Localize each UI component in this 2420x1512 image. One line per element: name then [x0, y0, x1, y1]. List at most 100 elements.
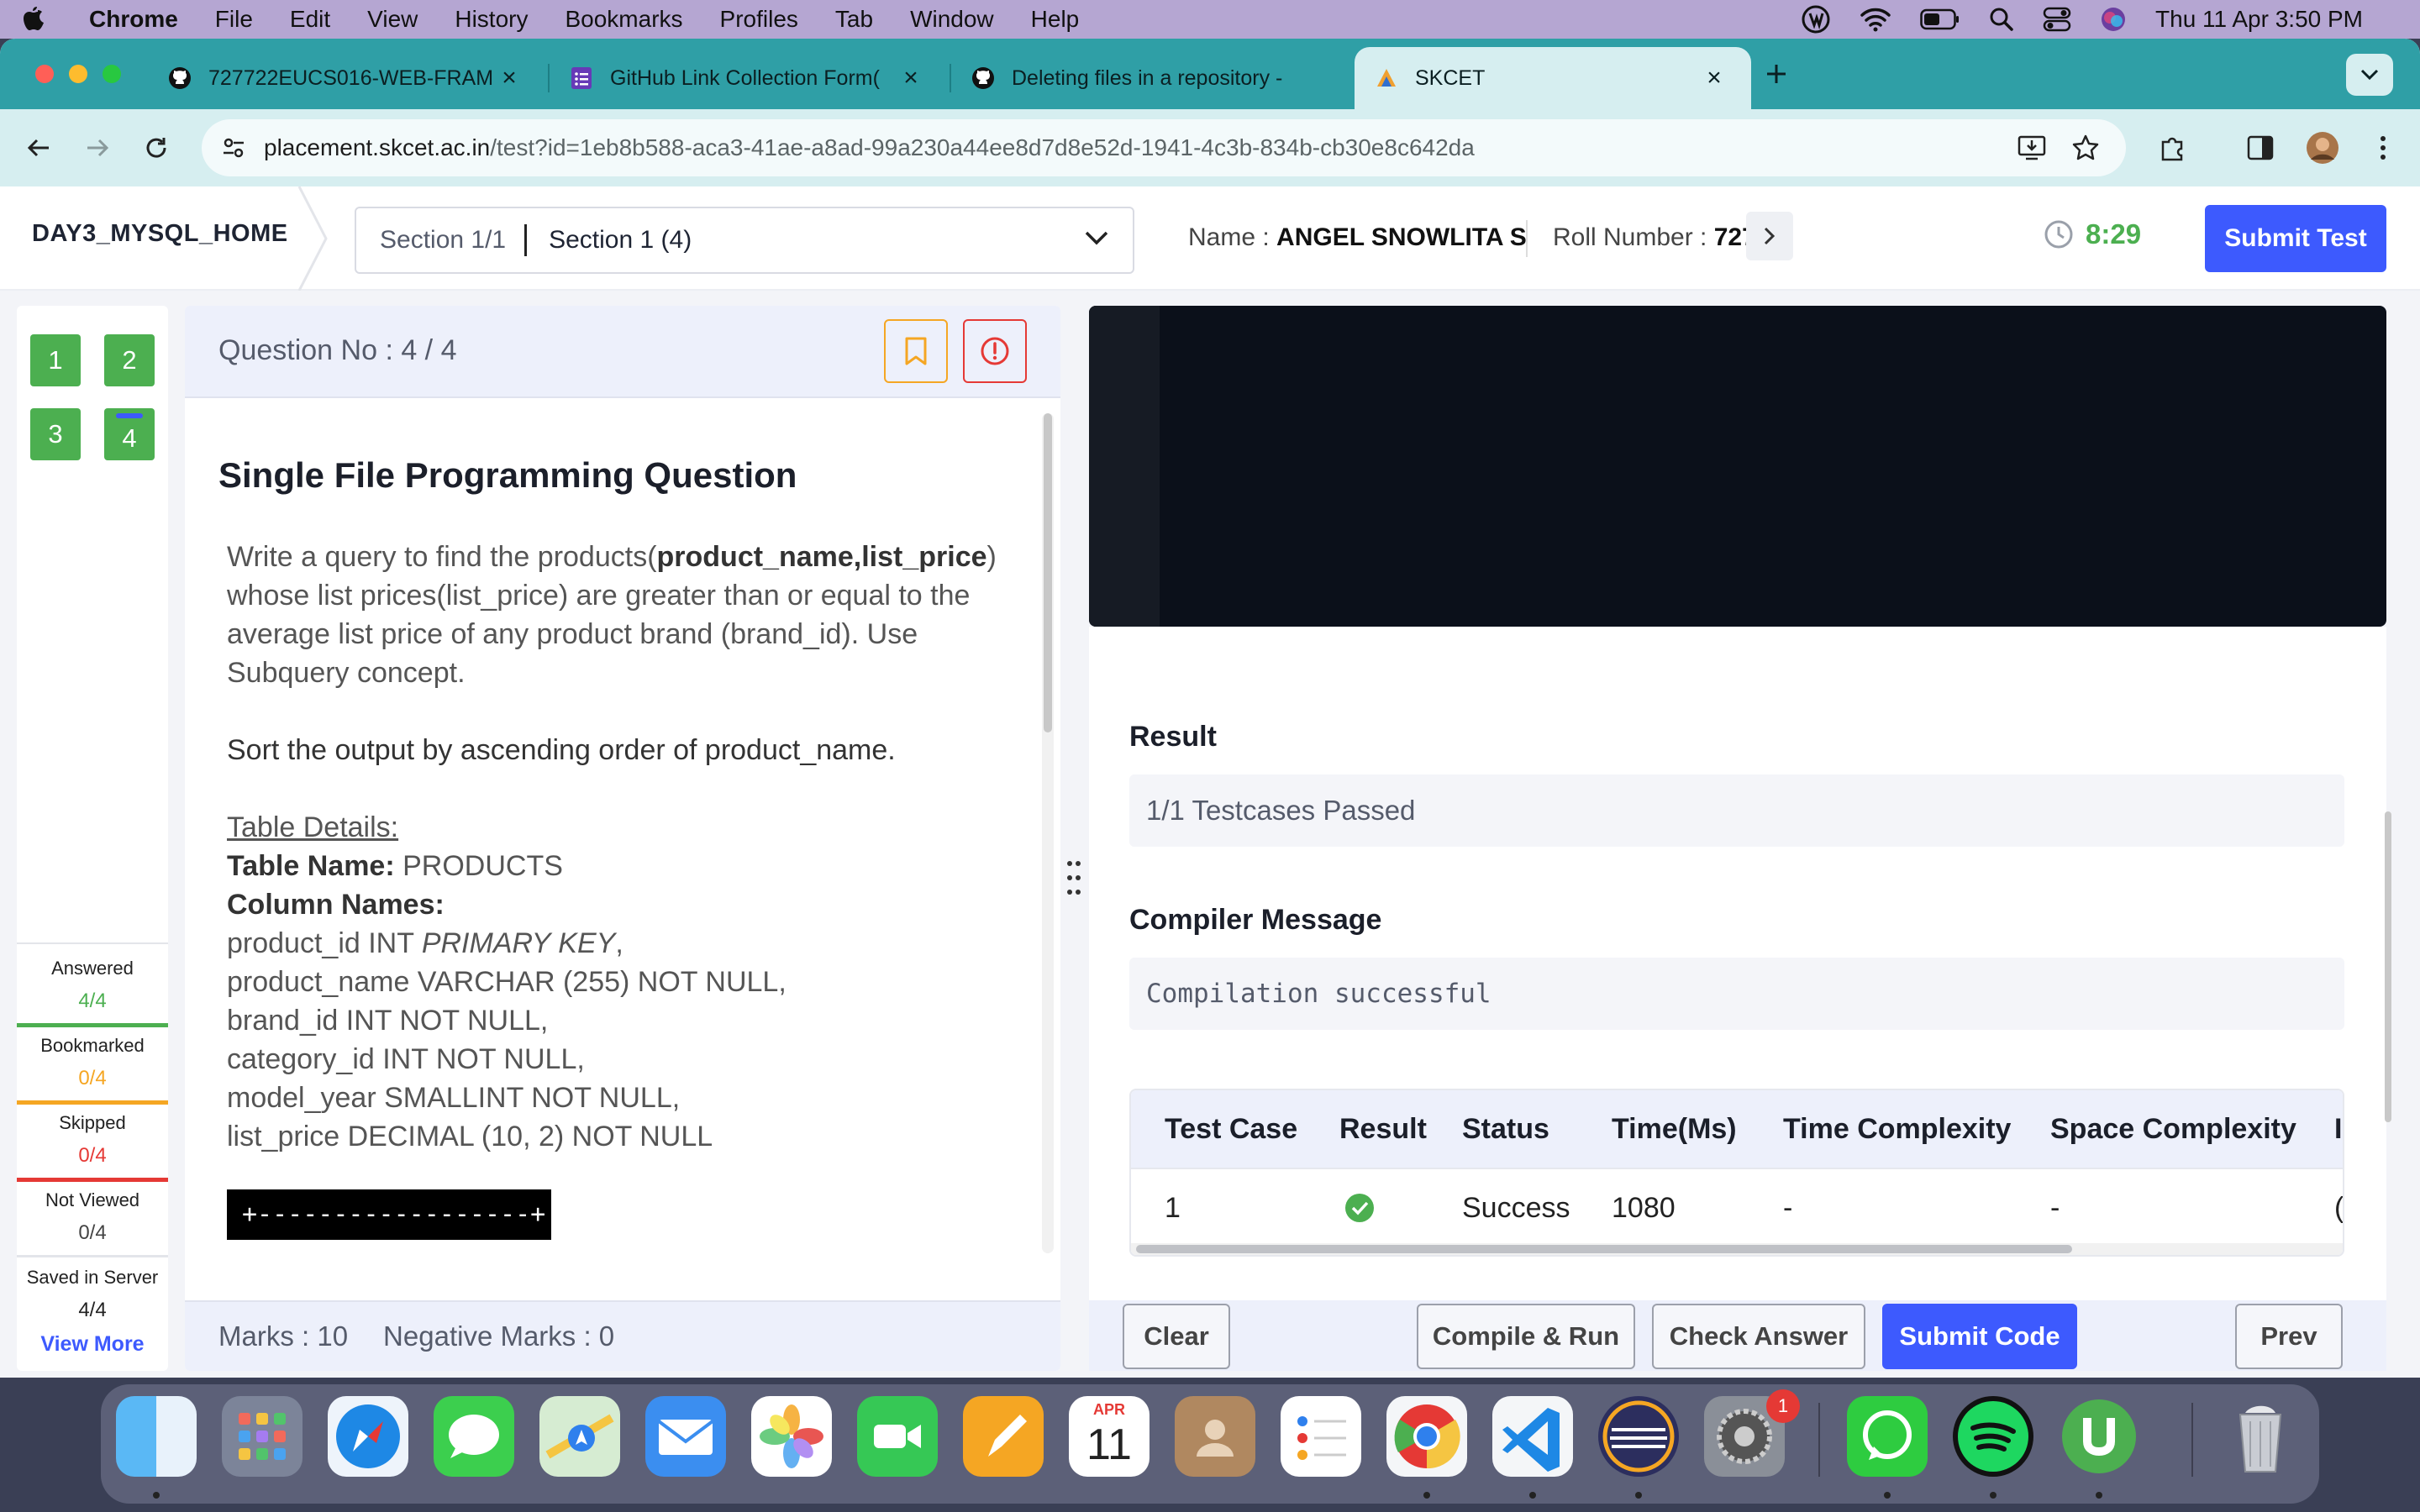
candidate-name: Name : ANGEL SNOWLITA S — [1188, 223, 1527, 252]
utorrent-icon[interactable] — [2059, 1396, 2139, 1477]
battery-icon[interactable] — [1920, 8, 1960, 30]
github-icon — [168, 66, 192, 90]
extensions-icon[interactable] — [2153, 128, 2193, 168]
menu-app-name[interactable]: Chrome — [89, 6, 178, 33]
desc-text: Write a query to find the products( — [227, 541, 657, 573]
code-editor[interactable] — [1089, 306, 2386, 627]
reload-icon[interactable] — [136, 128, 176, 168]
browser-tab-1[interactable]: 727722EUCS016-WEB-FRAM × — [148, 47, 546, 109]
report-button[interactable] — [963, 319, 1027, 383]
check-answer-button[interactable]: Check Answer — [1652, 1304, 1865, 1369]
menu-edit[interactable]: Edit — [290, 6, 330, 33]
scrollbar-thumb[interactable] — [2385, 811, 2391, 1122]
cell-test-case: 1 — [1165, 1191, 1181, 1224]
spotlight-search-icon[interactable] — [1989, 7, 2014, 32]
drag-handle-icon[interactable] — [1065, 858, 1082, 897]
menu-view[interactable]: View — [367, 6, 418, 33]
cell-status: Success — [1462, 1191, 1570, 1224]
calendar-icon[interactable]: APR 11 — [1069, 1396, 1150, 1477]
running-indicator — [1529, 1492, 1536, 1499]
spotify-icon[interactable] — [1953, 1396, 2033, 1477]
column-line: product_name VARCHAR (255) NOT NULL, — [227, 966, 786, 998]
window-close-button[interactable] — [35, 65, 54, 83]
reminders-icon[interactable] — [1281, 1396, 1361, 1477]
stat-label: Saved in Server — [26, 1267, 159, 1288]
profile-avatar[interactable] — [2302, 128, 2343, 168]
address-bar[interactable]: placement.skcet.ac.in/test?id=1eb8b588-a… — [202, 119, 2126, 176]
output-scrollbar[interactable] — [2383, 811, 2395, 1299]
chrome-menu-icon[interactable] — [2363, 128, 2403, 168]
question-1-button[interactable]: 1 — [30, 334, 81, 386]
section-select[interactable]: Section 1/1 Section 1 (4) — [355, 207, 1134, 274]
chrome-window: 727722EUCS016-WEB-FRAM × GitHub Link Col… — [0, 39, 2420, 1378]
window-zoom-button[interactable] — [103, 65, 121, 83]
bookmark-star-icon[interactable] — [2065, 128, 2106, 168]
forward-icon[interactable] — [77, 128, 118, 168]
browser-tab-4-active[interactable]: SKCET × — [1355, 47, 1751, 109]
pages-icon[interactable] — [963, 1396, 1044, 1477]
question-3-button[interactable]: 3 — [30, 408, 81, 460]
site-info-icon[interactable] — [220, 134, 247, 161]
col-status: Status — [1462, 1112, 1549, 1145]
eclipse-icon[interactable] — [1598, 1396, 1679, 1477]
column-suffix: , — [615, 927, 623, 959]
close-tab-icon[interactable]: × — [894, 64, 928, 92]
prev-button[interactable]: Prev — [2235, 1304, 2343, 1369]
close-tab-icon[interactable]: × — [492, 64, 526, 92]
new-tab-icon[interactable] — [1756, 54, 1797, 94]
finder-icon[interactable] — [116, 1396, 197, 1477]
safari-icon[interactable] — [328, 1396, 408, 1477]
menu-history[interactable]: History — [455, 6, 528, 33]
question-2-button[interactable]: 2 — [104, 334, 155, 386]
clear-button[interactable]: Clear — [1123, 1304, 1230, 1369]
back-icon[interactable] — [18, 128, 59, 168]
browser-tab-3[interactable]: Deleting files in a repository - — [951, 47, 1349, 109]
not-viewed-bar — [17, 1255, 168, 1257]
menu-profiles[interactable]: Profiles — [720, 6, 798, 33]
menu-tab[interactable]: Tab — [835, 6, 873, 33]
whatsapp-icon[interactable] — [1847, 1396, 1928, 1477]
stat-label: Not Viewed — [45, 1189, 140, 1210]
close-tab-icon[interactable]: × — [1697, 64, 1731, 92]
launchpad-icon[interactable] — [222, 1396, 302, 1477]
timer-value: 8:29 — [2086, 218, 2142, 249]
tab-title: 727722EUCS016-WEB-FRAM — [208, 66, 492, 90]
trash-icon[interactable] — [2220, 1396, 2301, 1477]
compile-run-button[interactable]: Compile & Run — [1417, 1304, 1635, 1369]
install-app-icon[interactable] — [2012, 128, 2052, 168]
photos-icon[interactable] — [751, 1396, 832, 1477]
browser-tab-2[interactable]: GitHub Link Collection Form( × — [550, 47, 948, 109]
question-4-button-current[interactable]: 4 — [104, 408, 155, 460]
messages-icon[interactable] — [434, 1396, 514, 1477]
vscode-icon[interactable] — [1492, 1396, 1573, 1477]
mail-icon[interactable] — [645, 1396, 726, 1477]
scrollbar-thumb[interactable] — [1136, 1245, 2072, 1253]
apple-logo-icon[interactable] — [0, 6, 67, 33]
menubar-datetime[interactable]: Thu 11 Apr 3:50 PM — [2155, 6, 2363, 33]
tab-search-icon[interactable] — [2346, 54, 2393, 96]
maps-icon[interactable] — [539, 1396, 620, 1477]
cell-more: ( — [2334, 1191, 2344, 1224]
vpn-icon[interactable] — [1801, 4, 1831, 34]
side-panel-icon[interactable] — [2240, 128, 2281, 168]
menu-help[interactable]: Help — [1031, 6, 1080, 33]
control-center-icon[interactable] — [2043, 7, 2071, 32]
scroll-right-button[interactable] — [1746, 212, 1793, 260]
menu-bookmarks[interactable]: Bookmarks — [565, 6, 682, 33]
chrome-icon[interactable] — [1386, 1396, 1467, 1477]
siri-icon[interactable] — [2100, 6, 2127, 33]
question-panel: Question No : 4 / 4 Single File Programm… — [185, 306, 1060, 1371]
question-scrollbar[interactable] — [1042, 413, 1054, 1253]
facetime-icon[interactable] — [857, 1396, 938, 1477]
wifi-icon[interactable] — [1860, 7, 1891, 32]
bookmark-button[interactable] — [884, 319, 948, 383]
table-horizontal-scrollbar[interactable] — [1131, 1243, 2343, 1255]
contacts-icon[interactable] — [1175, 1396, 1255, 1477]
menu-window[interactable]: Window — [910, 6, 994, 33]
window-minimize-button[interactable] — [69, 65, 87, 83]
submit-code-button[interactable]: Submit Code — [1882, 1304, 2077, 1369]
menu-file[interactable]: File — [215, 6, 253, 33]
view-more-link[interactable]: View More — [17, 1332, 168, 1357]
scrollbar-thumb[interactable] — [1044, 413, 1052, 732]
submit-test-button[interactable]: Submit Test — [2205, 205, 2386, 272]
